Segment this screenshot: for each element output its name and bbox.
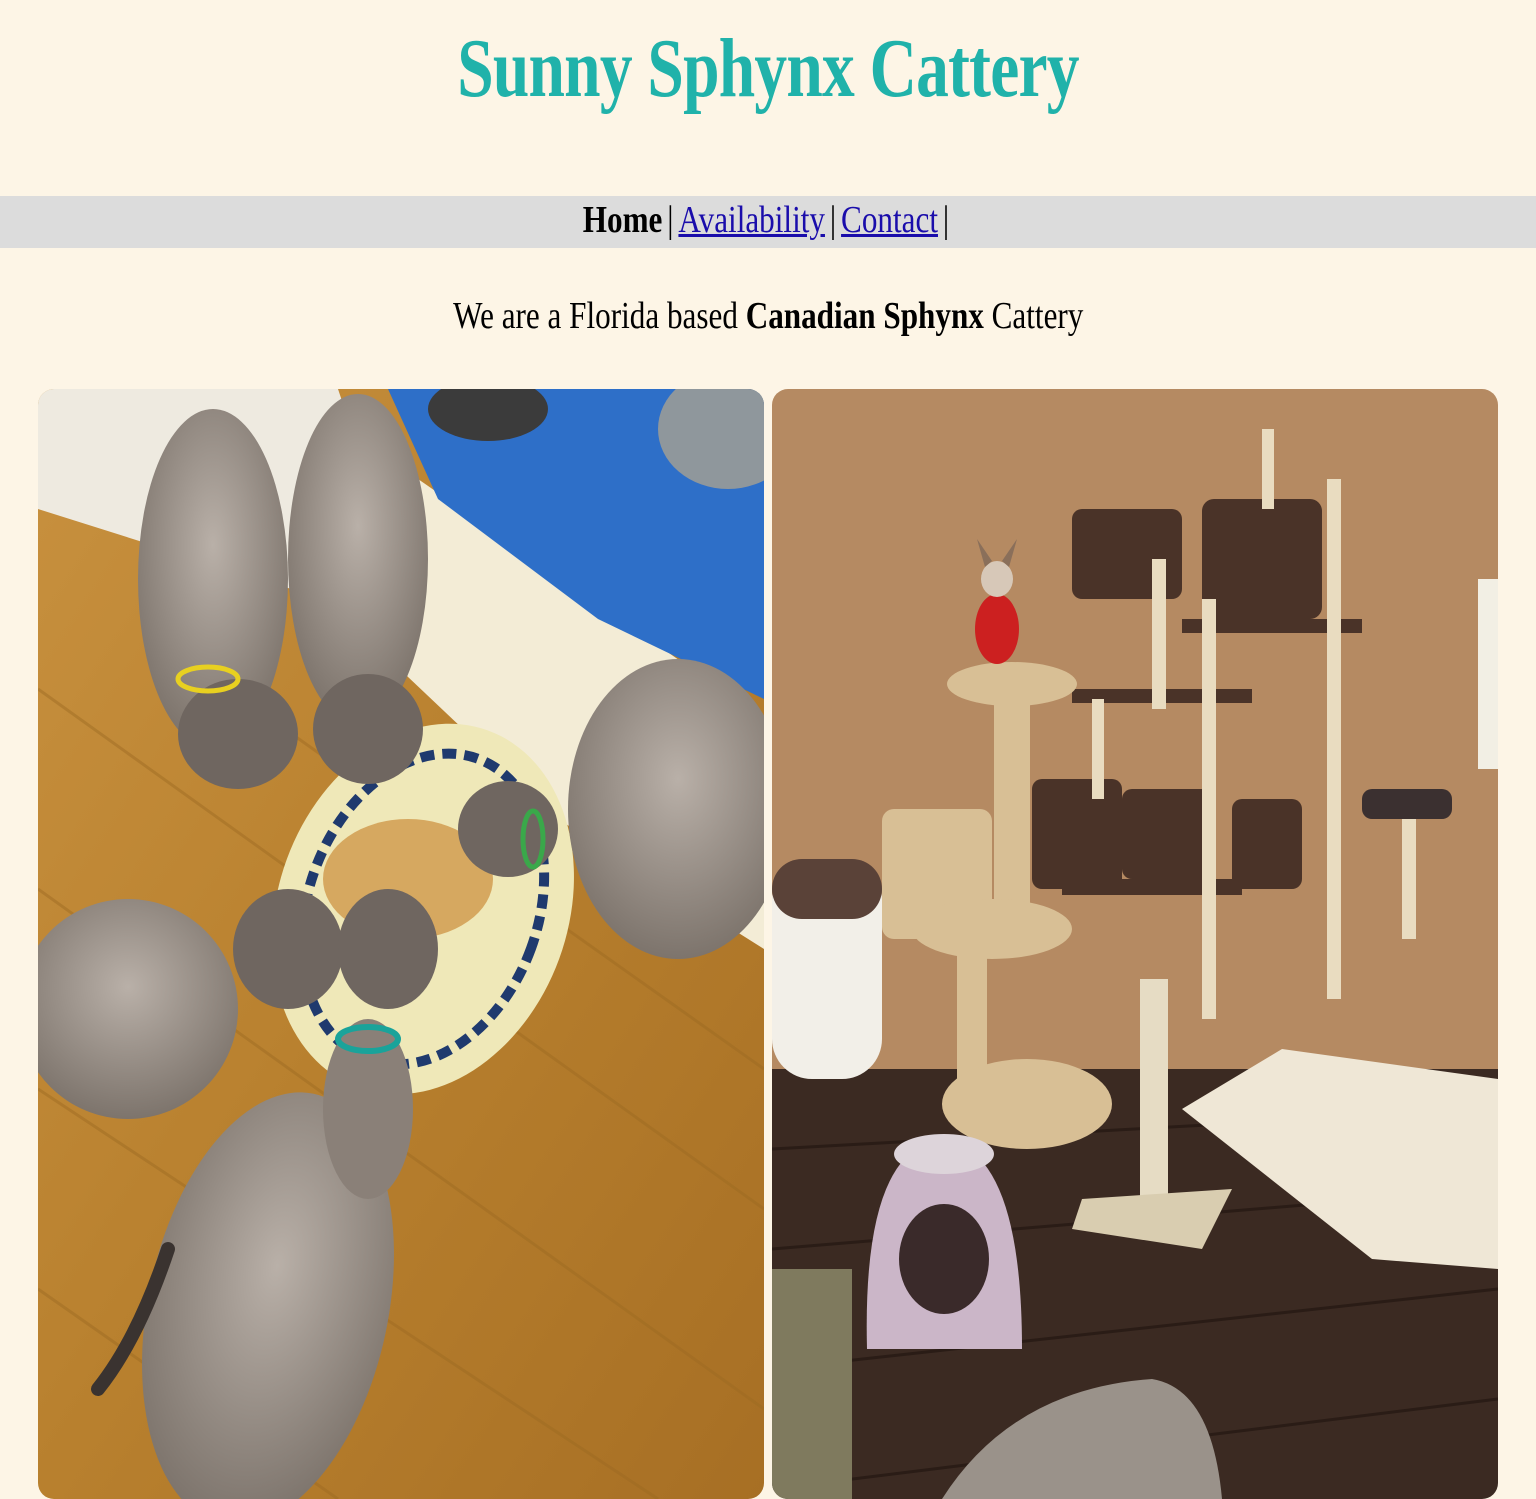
nav-link-contact[interactable]: Contact: [841, 199, 938, 241]
nav-separator: |: [829, 199, 836, 241]
nav-bar: Home | Availability | Contact |: [0, 196, 1536, 248]
intro-suffix: Cattery: [991, 295, 1084, 337]
cat-trees-room-photo: [772, 389, 1498, 1499]
intro-text: We are a Florida based Canadian Sphynx C…: [0, 292, 1536, 340]
nav-item-home[interactable]: Home: [582, 199, 662, 241]
intro-prefix: We are a Florida based: [452, 295, 738, 337]
intro-highlight: Canadian Sphynx: [745, 295, 984, 337]
site-title: Sunny Sphynx Cattery: [457, 22, 1079, 115]
nav-separator: |: [942, 199, 949, 241]
nav-link-availability[interactable]: Availability: [678, 199, 825, 241]
nav-separator: |: [666, 199, 674, 241]
sphynx-kittens-eating-photo: [38, 389, 764, 1499]
